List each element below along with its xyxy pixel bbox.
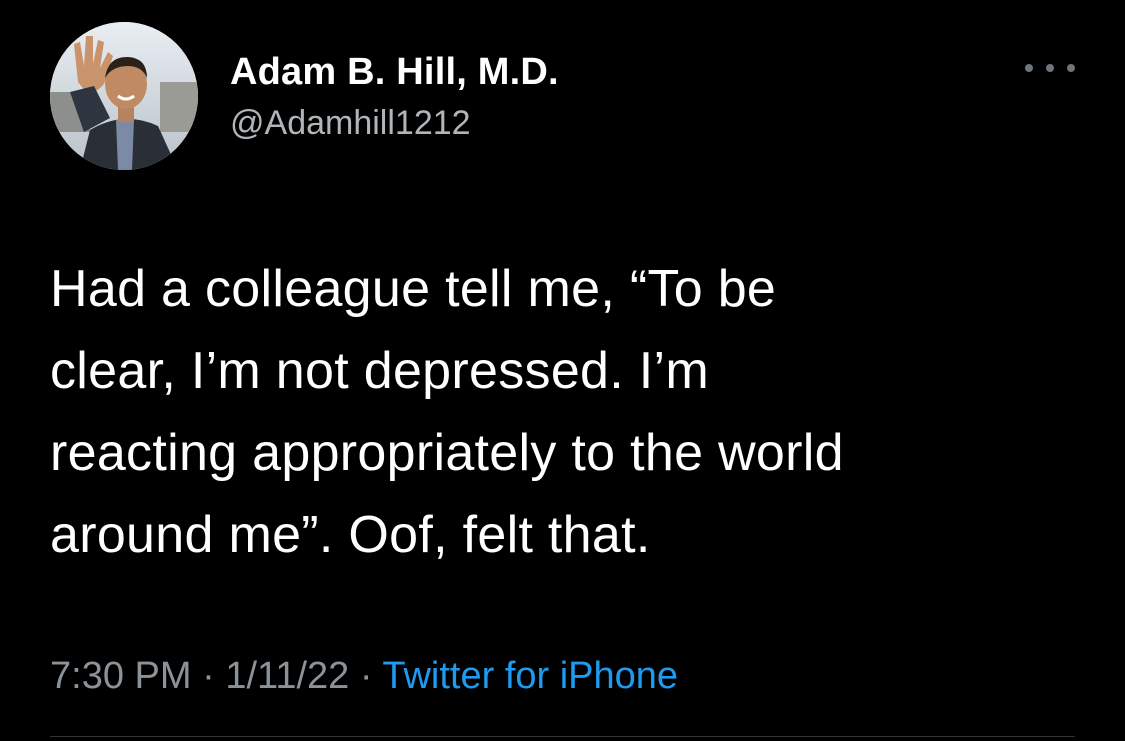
tweet-source-link[interactable]: Twitter for iPhone	[382, 655, 678, 697]
tweet-text: Had a colleague tell me, “To be clear, I…	[50, 260, 844, 564]
dot	[1025, 64, 1033, 72]
tweet-time[interactable]: 7:30 PM	[50, 655, 192, 697]
meta-separator: ·	[191, 655, 226, 697]
user-handle[interactable]: @Adamhill1212	[230, 102, 559, 144]
dot	[1067, 64, 1075, 72]
tweet-meta: 7:30 PM · 1/11/22 · Twitter for iPhone	[50, 648, 678, 704]
divider	[50, 736, 1075, 737]
dot	[1046, 64, 1054, 72]
meta-separator: ·	[349, 655, 383, 697]
tweet-date[interactable]: 1/11/22	[225, 655, 349, 697]
avatar-photo	[50, 22, 198, 170]
tweet-card: Adam B. Hill, M.D. @Adamhill1212 Had a c…	[0, 0, 1125, 741]
author-block: Adam B. Hill, M.D. @Adamhill1212	[230, 50, 559, 144]
display-name[interactable]: Adam B. Hill, M.D.	[230, 50, 559, 94]
avatar[interactable]	[50, 22, 198, 170]
more-horizontal-icon[interactable]	[1025, 56, 1075, 80]
